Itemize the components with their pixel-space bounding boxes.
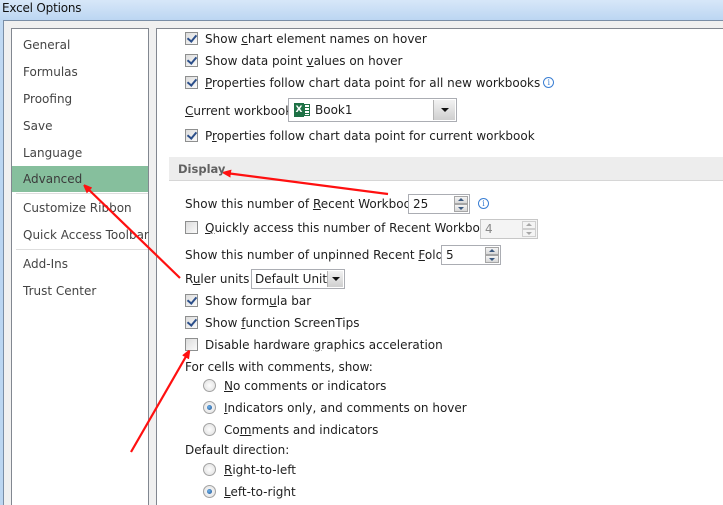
disable-hardware-acceleration-option[interactable]: Disable hardware graphics acceleration xyxy=(185,335,443,355)
quick-access-recent-option[interactable]: Quickly access this number of Recent Wor… xyxy=(185,218,504,238)
recent-folders-spinner[interactable]: 5 xyxy=(441,245,501,265)
show-data-point-values-option[interactable]: Show data point values on hover xyxy=(185,51,402,71)
spin-down-button[interactable] xyxy=(454,204,468,212)
title-bar: Excel Options xyxy=(0,0,723,20)
recent-folders-label: Show this number of unpinned Recent Fold… xyxy=(185,248,466,262)
recent-workbooks-label: Show this number of Recent Workbooks: xyxy=(185,197,429,211)
properties-follow-all-new-option[interactable]: Properties follow chart data point for a… xyxy=(185,73,555,93)
properties-follow-current-checkbox[interactable] xyxy=(185,129,198,142)
options-content: Show chart element names on hover Show d… xyxy=(156,28,723,505)
current-workbook-select[interactable]: X Book1 xyxy=(288,98,457,122)
comments-indicators-only-radio[interactable] xyxy=(203,401,216,414)
comments-option-all[interactable]: Comments and indicators xyxy=(203,420,378,440)
comments-option-indicators-only[interactable]: Indicators only, and comments on hover xyxy=(203,398,467,418)
left-to-right-radio[interactable] xyxy=(203,485,216,498)
chevron-down-icon[interactable] xyxy=(433,100,455,120)
show-function-screentips-checkbox[interactable] xyxy=(185,316,198,329)
disable-hardware-acceleration-checkbox[interactable] xyxy=(185,338,198,351)
sidebar-item-formulas[interactable]: Formulas xyxy=(12,59,148,85)
chevron-down-icon[interactable] xyxy=(327,271,343,287)
display-section-header: Display xyxy=(169,157,723,181)
show-formula-bar-option[interactable]: Show formula bar xyxy=(185,291,311,311)
properties-follow-current-option[interactable]: Properties follow chart data point for c… xyxy=(185,126,535,146)
sidebar-item-language[interactable]: Language xyxy=(12,140,148,166)
comments-and-indicators-radio[interactable] xyxy=(203,423,216,436)
sidebar-item-trust-center[interactable]: Trust Center xyxy=(12,278,148,304)
spin-down-button[interactable] xyxy=(522,229,536,237)
recent-workbooks-spinner[interactable]: 25 xyxy=(408,194,470,214)
sidebar-item-customize-ribbon[interactable]: Customize Ribbon xyxy=(12,195,148,221)
sidebar-divider xyxy=(16,249,148,250)
sidebar-item-quick-access-toolbar[interactable]: Quick Access Toolbar xyxy=(12,222,149,248)
properties-follow-all-new-checkbox[interactable] xyxy=(185,76,198,89)
current-workbook-value: Book1 xyxy=(315,103,353,117)
sidebar-item-proofing[interactable]: Proofing xyxy=(12,86,148,112)
ruler-units-select[interactable]: Default Units xyxy=(251,269,345,289)
ruler-units-label: Ruler units xyxy=(185,272,250,286)
sidebar-item-general[interactable]: General xyxy=(12,32,148,58)
sidebar-item-advanced[interactable]: Advanced xyxy=(12,166,148,192)
quick-access-recent-spinner[interactable]: 4 xyxy=(480,219,538,239)
spin-up-button[interactable] xyxy=(485,247,499,255)
right-to-left-radio[interactable] xyxy=(203,463,216,476)
direction-group-label: Default direction: xyxy=(185,443,290,457)
comments-option-none[interactable]: No comments or indicators xyxy=(203,376,386,396)
info-icon[interactable]: i xyxy=(543,76,555,88)
spin-up-button[interactable] xyxy=(454,196,468,204)
comments-group-label: For cells with comments, show: xyxy=(185,360,373,374)
show-chart-element-names-option[interactable]: Show chart element names on hover xyxy=(185,29,427,49)
info-icon[interactable]: i xyxy=(478,198,489,209)
sidebar-item-save[interactable]: Save xyxy=(12,113,148,139)
direction-option-ltr[interactable]: Left-to-right xyxy=(203,482,296,502)
spin-down-button[interactable] xyxy=(485,255,499,263)
sidebar-item-add-ins[interactable]: Add-Ins xyxy=(12,251,148,277)
show-chart-element-names-checkbox[interactable] xyxy=(185,32,198,45)
show-data-point-values-checkbox[interactable] xyxy=(185,54,198,67)
show-function-screentips-option[interactable]: Show function ScreenTips xyxy=(185,313,359,333)
sidebar-divider xyxy=(16,193,148,194)
sidebar: General Formulas Proofing Save Language … xyxy=(11,28,149,505)
spin-up-button[interactable] xyxy=(522,221,536,229)
window-title: Excel Options xyxy=(2,1,82,15)
direction-option-rtl[interactable]: Right-to-left xyxy=(203,460,296,480)
quick-access-recent-checkbox[interactable] xyxy=(185,221,198,234)
excel-workbook-icon: X xyxy=(294,102,310,117)
show-formula-bar-checkbox[interactable] xyxy=(185,294,198,307)
comments-none-radio[interactable] xyxy=(203,379,216,392)
current-workbook-label: Current workbook: xyxy=(185,104,297,118)
